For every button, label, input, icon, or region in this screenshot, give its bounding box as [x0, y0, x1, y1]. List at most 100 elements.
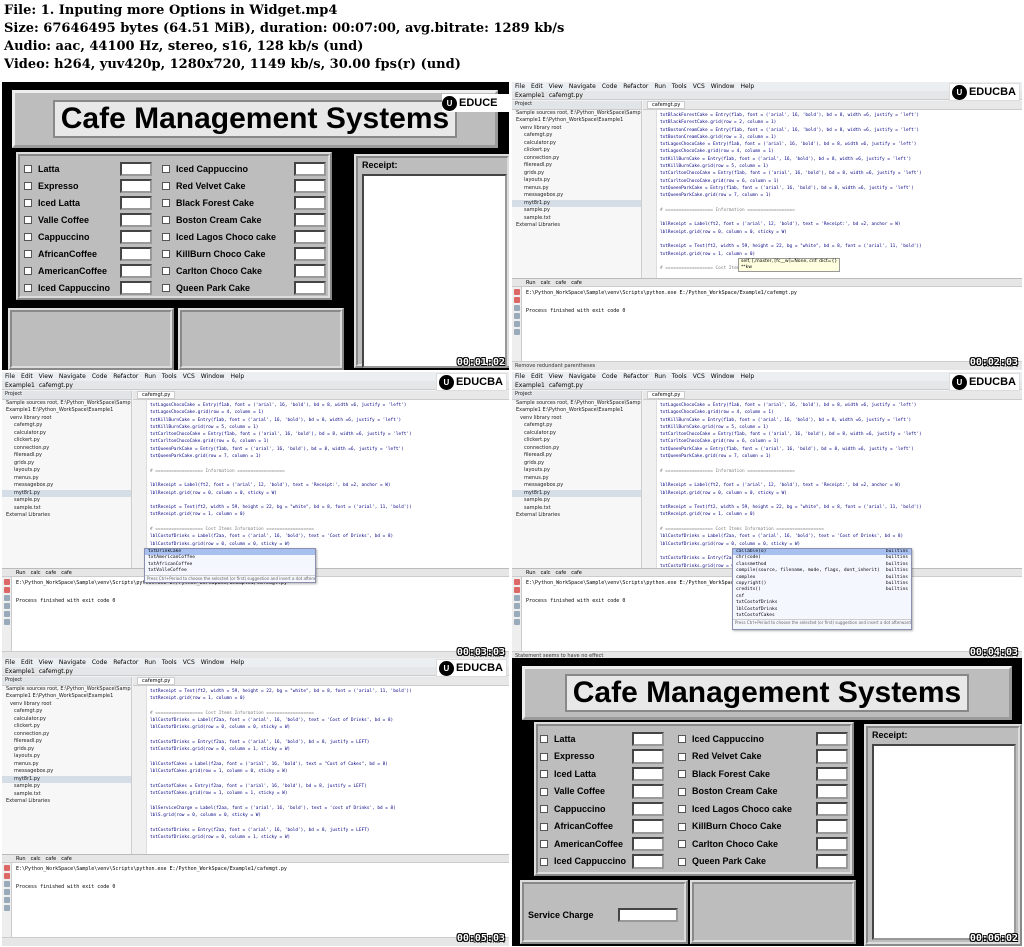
- quantity-entry[interactable]: [816, 784, 848, 799]
- project-tree-item[interactable]: myt8r1.py: [512, 489, 641, 497]
- tool-icon[interactable]: [514, 329, 520, 335]
- project-tree-item[interactable]: menus.py: [2, 475, 131, 483]
- project-tree-item[interactable]: messagebox.py: [2, 768, 131, 776]
- tool-icon[interactable]: [4, 611, 10, 617]
- menu-item-vcs[interactable]: VCS: [183, 659, 195, 666]
- tool-icon[interactable]: [514, 305, 520, 311]
- quantity-entry[interactable]: [294, 178, 326, 193]
- menu-item-tools[interactable]: Tools: [672, 83, 687, 90]
- menu-item-navigate[interactable]: Navigate: [569, 83, 596, 90]
- tool-icon[interactable]: [4, 619, 10, 625]
- code-text[interactable]: txtLagosChocoCake = Entry(f1ab, font = (…: [660, 402, 1022, 568]
- project-tree-item[interactable]: External Libraries: [2, 512, 131, 520]
- item-label[interactable]: KillBurn Choco Cake: [678, 821, 782, 831]
- menu-item-help[interactable]: Help: [740, 373, 754, 380]
- item-label[interactable]: Carlton Choco Cake: [678, 839, 778, 849]
- checkbox[interactable]: [540, 857, 548, 866]
- run-tab[interactable]: cafe: [571, 570, 582, 576]
- checkbox[interactable]: [678, 840, 686, 849]
- tool-icon[interactable]: [514, 611, 520, 617]
- menu-item-code[interactable]: Code: [602, 83, 617, 90]
- item-label[interactable]: Iced Lagos Choco cake: [678, 804, 792, 814]
- project-tree-item[interactable]: cafemgt.py: [512, 422, 641, 430]
- menu-item-help[interactable]: Help: [740, 83, 754, 90]
- quantity-entry[interactable]: [120, 263, 152, 278]
- checkbox[interactable]: [540, 805, 548, 814]
- breadcrumb-item[interactable]: Example1: [5, 668, 35, 675]
- quantity-entry[interactable]: [632, 784, 664, 799]
- project-tree-item[interactable]: connection.py: [512, 445, 641, 453]
- run-tab[interactable]: cafe: [556, 570, 567, 576]
- checkbox[interactable]: [678, 735, 686, 744]
- rerun-icon[interactable]: [4, 587, 10, 593]
- menu-item-refactor[interactable]: Refactor: [113, 659, 138, 666]
- checkbox[interactable]: [678, 787, 686, 796]
- project-tree-item[interactable]: Sample sources root, E:\Python_WorkSpace…: [2, 686, 131, 694]
- quantity-entry[interactable]: [632, 854, 664, 869]
- menu-item-window[interactable]: Window: [711, 83, 735, 90]
- tool-icon[interactable]: [514, 619, 520, 625]
- project-tree-item[interactable]: messagebox.py: [512, 482, 641, 490]
- project-tree-item[interactable]: External Libraries: [512, 222, 641, 230]
- quantity-entry[interactable]: [816, 801, 848, 816]
- menu-item-window[interactable]: Window: [711, 373, 735, 380]
- project-tree-item[interactable]: menus.py: [2, 761, 131, 769]
- rerun-icon[interactable]: [4, 873, 10, 879]
- checkbox[interactable]: [162, 267, 170, 276]
- checkbox[interactable]: [678, 752, 686, 761]
- item-label[interactable]: Boston Cream Cake: [162, 215, 262, 225]
- checkbox[interactable]: [162, 284, 170, 293]
- item-label[interactable]: Iced Latta: [24, 198, 80, 208]
- item-label[interactable]: AmericanCoffee: [24, 266, 107, 276]
- project-tree-item[interactable]: layouts.py: [512, 467, 641, 475]
- item-label[interactable]: Boston Cream Cake: [678, 786, 778, 796]
- project-tree-item[interactable]: menus.py: [512, 185, 641, 193]
- item-label[interactable]: Iced Cappuccino: [162, 164, 248, 174]
- item-label[interactable]: Expresso: [24, 181, 79, 191]
- quantity-entry[interactable]: [816, 836, 848, 851]
- project-tree-item[interactable]: Sample sources root, E:\Python_WorkSpace…: [512, 110, 641, 118]
- run-tab[interactable]: cafe: [46, 856, 57, 862]
- tool-icon[interactable]: [4, 897, 10, 903]
- item-label[interactable]: AfricanCoffee: [540, 821, 613, 831]
- quantity-entry[interactable]: [120, 178, 152, 193]
- thumbnail-2[interactable]: File Edit View Navigate Code Refactor Run Tools…: [512, 82, 1022, 370]
- item-label[interactable]: Iced Lagos Choco cake: [162, 232, 276, 242]
- project-tree-item[interactable]: sample.py: [2, 497, 131, 505]
- quantity-entry[interactable]: [816, 854, 848, 869]
- quantity-entry[interactable]: [294, 280, 326, 295]
- quantity-entry[interactable]: [120, 212, 152, 227]
- menu-item-file[interactable]: File: [5, 659, 15, 666]
- project-tree-item[interactable]: venv library root: [2, 415, 131, 423]
- project-tree-item[interactable]: venv library root: [512, 415, 641, 423]
- menu-item-navigate[interactable]: Navigate: [59, 659, 86, 666]
- checkbox[interactable]: [678, 770, 686, 779]
- project-tree-item[interactable]: venv library root: [512, 125, 641, 133]
- thumbnail-6[interactable]: Cafe Management Systems Latta Expresso Ice…: [512, 658, 1022, 946]
- checkbox[interactable]: [24, 216, 32, 225]
- project-tree-item[interactable]: calculator.py: [2, 716, 131, 724]
- breadcrumb-item[interactable]: Example1: [515, 92, 545, 99]
- project-tree-item[interactable]: connection.py: [2, 445, 131, 453]
- stop-icon[interactable]: [4, 865, 10, 871]
- project-tree-item[interactable]: grids.py: [512, 170, 641, 178]
- editor-tab[interactable]: cafemgt.py: [647, 101, 686, 109]
- code-text[interactable]: txtLagosChocoCake = Entry(f1ab, font = (…: [150, 402, 509, 563]
- project-tree-item[interactable]: grids.py: [512, 460, 641, 468]
- checkbox[interactable]: [162, 165, 170, 174]
- item-label[interactable]: Red Velvet Cake: [162, 181, 246, 191]
- item-label[interactable]: Iced Cappuccino: [540, 856, 626, 866]
- item-label[interactable]: Cappuccino: [24, 232, 90, 242]
- menu-item-refactor[interactable]: Refactor: [113, 373, 138, 380]
- quantity-entry[interactable]: [632, 731, 664, 746]
- checkbox[interactable]: [162, 233, 170, 242]
- project-tree-item[interactable]: layouts.py: [512, 177, 641, 185]
- menu-item-run[interactable]: Run: [144, 659, 156, 666]
- project-tree-item[interactable]: filereadl.py: [512, 162, 641, 170]
- service-charge-entry[interactable]: [618, 908, 678, 922]
- quantity-entry[interactable]: [816, 731, 848, 746]
- breadcrumb-item[interactable]: Example1: [515, 382, 545, 389]
- breadcrumb-item[interactable]: cafemgt.py: [39, 382, 73, 389]
- breadcrumb-item[interactable]: Example1: [5, 382, 35, 389]
- thumbnail-4[interactable]: File Edit View Navigate Code Refactor Run Tools…: [512, 372, 1022, 660]
